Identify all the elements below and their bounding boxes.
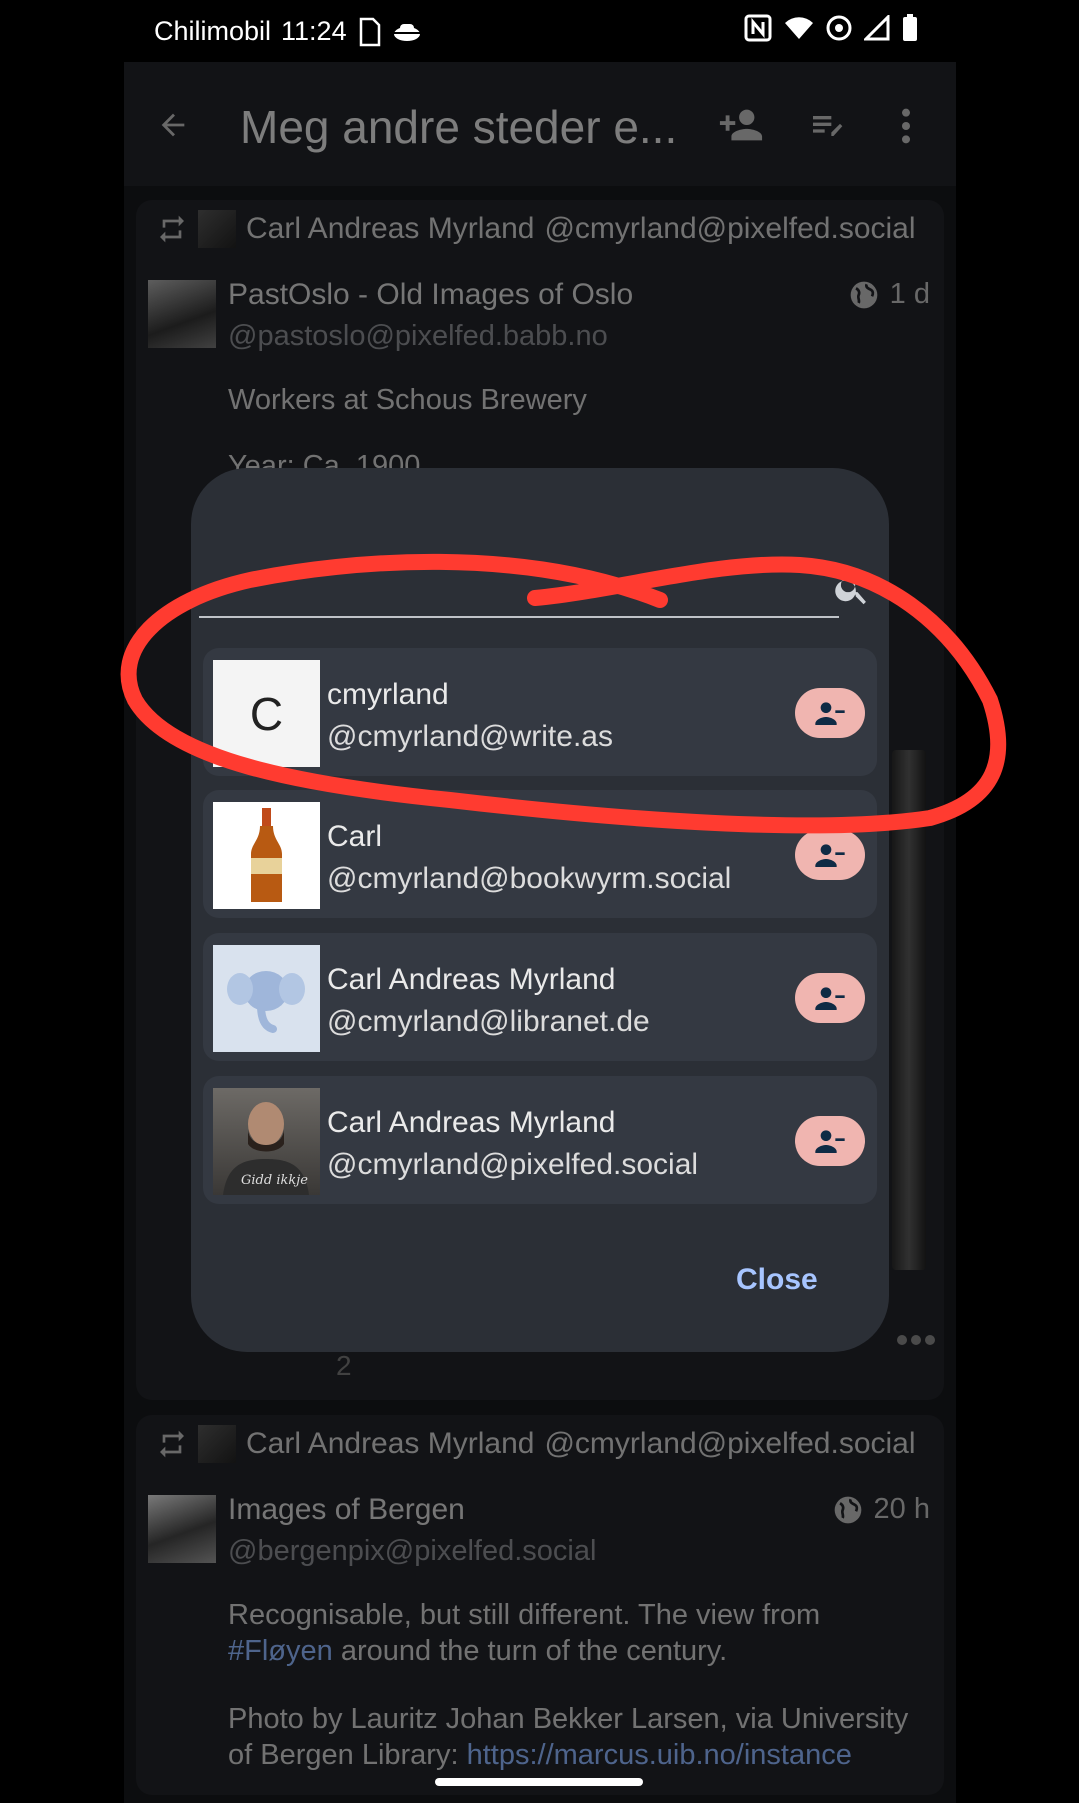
- gesture-nav-bar[interactable]: [435, 1778, 643, 1786]
- account-avatar: C: [213, 660, 320, 767]
- profile-photo-image: Gidd ikkje: [223, 1102, 309, 1195]
- bottle-image: [251, 808, 282, 902]
- person-remove-icon: [815, 702, 845, 725]
- account-item[interactable]: C cmyrland @cmyrland@write.as: [203, 648, 877, 776]
- account-handle: @cmyrland@libranet.de: [327, 1005, 650, 1038]
- unfollow-button[interactable]: [795, 973, 865, 1023]
- search-input[interactable]: [199, 616, 839, 618]
- hat-icon: [393, 23, 420, 41]
- hotspot-icon: [826, 15, 852, 41]
- phone-screen: Chilimobil 11:24 Meg andre steder e... C…: [124, 0, 956, 1803]
- account-avatar: [213, 945, 320, 1052]
- account-handle: @cmyrland@pixelfed.social: [327, 1148, 699, 1181]
- sim-icon: [359, 17, 380, 46]
- account-name: Carl Andreas Myrland: [327, 963, 616, 996]
- unfollow-button[interactable]: [795, 830, 865, 880]
- account-name: Carl Andreas Myrland: [327, 1106, 616, 1139]
- person-remove-icon: [815, 987, 845, 1010]
- mastodon-mascot-image: [227, 971, 305, 1033]
- wifi-icon: [785, 17, 813, 39]
- unfollow-button[interactable]: [795, 688, 865, 738]
- account-handle: @cmyrland@bookwyrm.social: [327, 862, 732, 895]
- account-item[interactable]: Carl Andreas Myrland @cmyrland@libranet.…: [203, 933, 877, 1061]
- account-item[interactable]: Carl @cmyrland@bookwyrm.social: [203, 790, 877, 918]
- nfc-icon: [744, 14, 772, 42]
- account-name: cmyrland: [327, 678, 449, 711]
- account-avatar: Gidd ikkje: [213, 1088, 320, 1195]
- clock: 11:24: [281, 16, 347, 46]
- account-name: Carl: [327, 820, 383, 853]
- account-avatar: [213, 802, 320, 909]
- carrier-label: Chilimobil: [154, 16, 272, 46]
- signal-icon: [864, 15, 890, 41]
- person-remove-icon: [815, 844, 845, 867]
- battery-icon: [903, 14, 917, 41]
- shirt-text: Gidd ikkje: [241, 1173, 308, 1188]
- status-bar: Chilimobil 11:24: [124, 0, 956, 62]
- accounts-dialog: C cmyrland @cmyrland@write.as Carl @cmyr…: [191, 468, 889, 1352]
- account-handle: @cmyrland@write.as: [327, 720, 613, 753]
- unfollow-button[interactable]: [795, 1116, 865, 1166]
- close-button[interactable]: Close: [736, 1263, 818, 1297]
- person-remove-icon: [815, 1130, 845, 1153]
- search-icon[interactable]: [833, 570, 871, 608]
- account-item[interactable]: Gidd ikkje Carl Andreas Myrland @cmyrlan…: [203, 1076, 877, 1204]
